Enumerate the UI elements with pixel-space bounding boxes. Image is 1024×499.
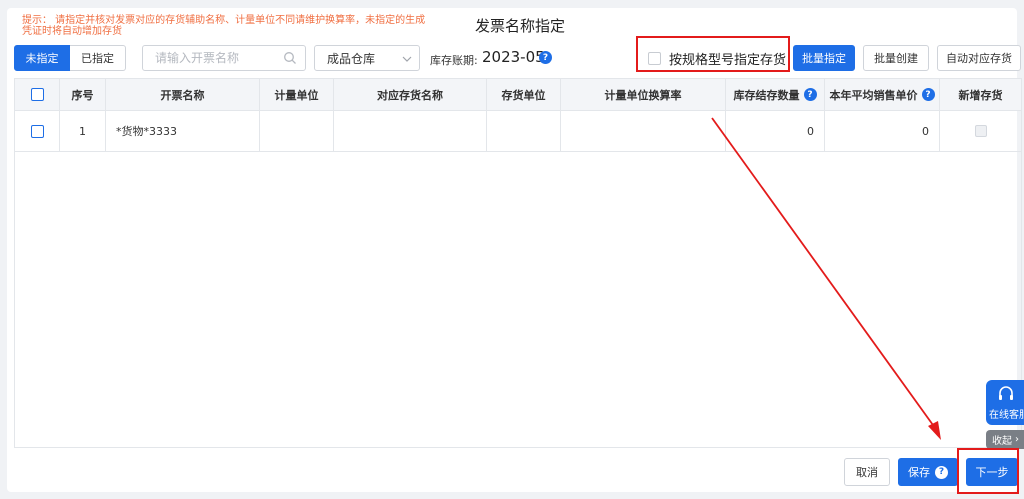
row-avg-price: 0 [825, 111, 940, 151]
online-service-widget[interactable]: 在线客服 [986, 380, 1024, 425]
row-stock-unit [487, 111, 561, 151]
header-rate: 计量单位换算率 [561, 79, 726, 110]
header-qty: 库存结存数量 [733, 88, 800, 102]
row-qty: 0 [726, 111, 825, 151]
chevron-right-icon: › [1015, 434, 1019, 445]
row-select-cell[interactable] [15, 111, 60, 151]
header-select-all[interactable] [15, 79, 60, 110]
row-invoice-name: *货物*3333 [106, 111, 260, 151]
online-service-label: 在线客服 [989, 409, 1024, 421]
tab-assigned[interactable]: 已指定 [70, 45, 126, 71]
collapse-label: 收起 [992, 436, 1012, 447]
new-stock-checkbox[interactable] [974, 125, 987, 137]
annotation-highlight-box-next [957, 448, 1019, 494]
search-icon[interactable] [283, 51, 297, 65]
page-title: 发票名称指定 [474, 17, 565, 35]
chevron-down-icon [402, 56, 412, 62]
period-value: 2023-05 [482, 48, 545, 66]
hint-text: 提示： 请指定并核对发票对应的存货辅助名称、计量单位不同请维护换算率，未指定的生… [22, 15, 426, 37]
row-rate[interactable] [561, 111, 726, 151]
tab-unassigned[interactable]: 未指定 [14, 45, 70, 71]
header-seq: 序号 [60, 79, 106, 110]
header-invoice-name: 开票名称 [106, 79, 260, 110]
row-seq: 1 [60, 111, 106, 151]
row-stock-name[interactable] [334, 111, 487, 151]
table-header: 序号 开票名称 计量单位 对应存货名称 存货单位 计量单位换算率 库存结存数量 … [15, 79, 1021, 111]
batch-assign-button[interactable]: 批量指定 [793, 45, 855, 71]
select-all-checkbox[interactable] [30, 88, 44, 101]
header-stock-unit: 存货单位 [487, 79, 561, 110]
auto-match-button[interactable]: 自动对应存货 [937, 45, 1021, 71]
warehouse-select[interactable]: 成品仓库 [314, 45, 420, 71]
period-help-icon[interactable]: ? [539, 51, 552, 64]
search-box [142, 45, 306, 71]
invoice-table: 序号 开票名称 计量单位 对应存货名称 存货单位 计量单位换算率 库存结存数量 … [14, 78, 1022, 448]
batch-create-button[interactable]: 批量创建 [863, 45, 929, 71]
search-input[interactable] [155, 51, 291, 65]
row-checkbox[interactable] [30, 124, 44, 138]
annotation-highlight-box [636, 36, 790, 72]
row-new-stock-cell [940, 111, 1021, 151]
header-avg-price-cell: 本年平均销售单价 ? [825, 79, 940, 110]
headset-icon [999, 385, 1013, 400]
collapse-button[interactable]: 收起 › [986, 430, 1024, 449]
header-qty-cell: 库存结存数量 ? [726, 79, 825, 110]
header-new-stock: 新增存货 [958, 88, 1003, 102]
header-unit: 计量单位 [260, 79, 334, 110]
table-row[interactable]: 1 *货物*3333 0 0 [15, 111, 1021, 152]
avg-price-help-icon[interactable]: ? [921, 88, 935, 101]
save-button[interactable]: 保存 ? [898, 458, 958, 486]
cancel-button[interactable]: 取消 [844, 458, 890, 486]
period-label: 库存账期: [430, 54, 478, 67]
save-help-icon[interactable]: ? [935, 465, 948, 479]
row-unit[interactable] [260, 111, 334, 151]
warehouse-value: 成品仓库 [327, 51, 376, 66]
qty-help-icon[interactable]: ? [803, 88, 817, 101]
save-label: 保存 [908, 466, 930, 479]
header-stock-name: 对应存货名称 [334, 79, 487, 110]
header-avg-price: 本年平均销售单价 [829, 88, 918, 102]
